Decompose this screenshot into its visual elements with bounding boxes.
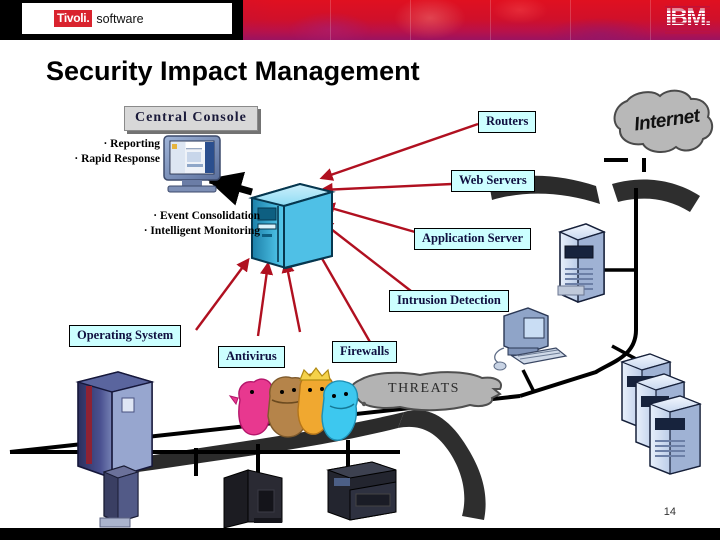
- node-label-intrusion-detection[interactable]: Intrusion Detection: [389, 290, 509, 312]
- server-stack-right: [620, 353, 702, 475]
- banner-divider: [650, 0, 651, 40]
- node-label-routers[interactable]: Routers: [478, 111, 537, 133]
- mainframe-cabinet: [75, 371, 155, 479]
- server-bullets: · Event Consolidation · Intelligent Moni…: [126, 209, 260, 239]
- console-bullet-2: · Rapid Response: [74, 153, 160, 165]
- banner-divider: [490, 0, 491, 40]
- footer-bar: [0, 528, 720, 540]
- banner-divider: [330, 0, 331, 40]
- bottom-desktop-server: [326, 461, 397, 521]
- tivoli-wordmark: Tivoli.: [54, 10, 93, 27]
- tivoli-logo: Tivoli. software: [22, 3, 232, 34]
- console-bullet-1: · Reporting: [103, 138, 160, 150]
- bottom-rack-server-1: [99, 465, 140, 528]
- node-label-web-servers[interactable]: Web Servers: [451, 170, 535, 192]
- server-bullet-1: · Event Consolidation: [153, 210, 260, 222]
- threats-label: THREATS: [388, 381, 460, 396]
- internet-cloud-label: Internet: [632, 105, 701, 136]
- central-console-label[interactable]: Central Console: [124, 106, 258, 131]
- page-title: Security Impact Management: [46, 56, 420, 86]
- tivoli-software-label: software: [96, 11, 144, 26]
- banner-divider: [410, 0, 411, 40]
- server-bullet-2: · Intelligent Monitoring: [143, 225, 260, 237]
- node-label-firewalls[interactable]: Firewalls: [332, 341, 398, 363]
- central-event-server: [248, 182, 336, 270]
- node-label-application-server[interactable]: Application Server: [414, 228, 532, 250]
- slide-canvas: Tivoli. software IBM. Security Impact Ma…: [0, 0, 720, 540]
- application-server-tower: [558, 223, 606, 303]
- node-label-operating-system[interactable]: Operating System: [69, 325, 182, 347]
- brand-banner: Tivoli. software IBM.: [0, 0, 720, 40]
- threat-monster-cluster: [228, 367, 359, 441]
- bottom-tower-pc: [223, 469, 283, 529]
- ibm-wordmark: IBM.: [665, 4, 711, 31]
- banner-divider: [570, 0, 571, 40]
- console-bullets: · Reporting · Rapid Response: [54, 137, 160, 167]
- central-console-monitor: [163, 135, 221, 193]
- node-label-antivirus[interactable]: Antivirus: [218, 346, 285, 368]
- page-number: 14: [663, 506, 676, 518]
- ibm-logo: IBM.: [665, 4, 711, 34]
- console-feed-arrow: [206, 171, 253, 206]
- network-bus-lines: [9, 158, 661, 478]
